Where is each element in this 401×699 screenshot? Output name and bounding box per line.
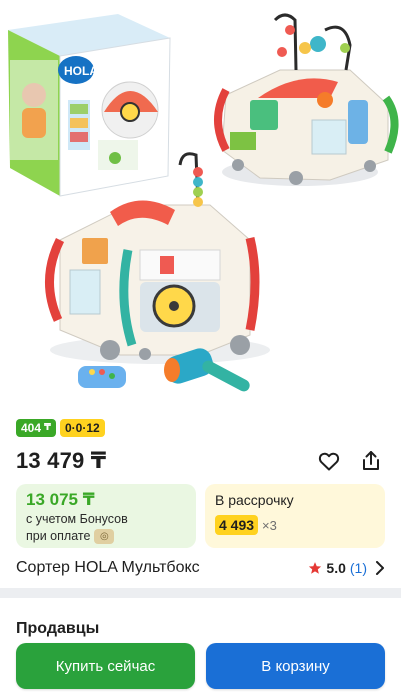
bonus-text-line1: с учетом Бонусов [26, 512, 128, 526]
bonus-price-card[interactable]: 13 075 ₸ с учетом Бонусов при оплате ◎ [16, 484, 196, 548]
product-title: Сортер HOLA Мультбокс [16, 559, 200, 576]
bonus-badge-currency: ₸ [44, 422, 51, 433]
box-brand-logo: HOLA [64, 64, 98, 78]
review-count[interactable]: (1) [350, 560, 367, 576]
installment-amount: 4 493 [215, 515, 259, 535]
product-price: 13 479 ₸ [16, 448, 107, 473]
rating-summary[interactable]: 5.0 (1) [308, 560, 385, 576]
promo-badges: 404 ₸ 0·0·12 [16, 419, 105, 437]
product-title-row[interactable]: Сортер HOLA Мультбокс 5.0 (1) [16, 556, 385, 580]
installment-card[interactable]: В рассрочку 4 493 ×3 [205, 484, 385, 548]
section-divider [0, 588, 401, 598]
installment-multiplier: ×3 [262, 517, 277, 533]
product-photo: HOLA [8, 13, 399, 392]
bonus-badge-value: 404 [21, 421, 42, 435]
star-icon [309, 562, 322, 574]
sellers-title: Продавцы [16, 620, 100, 637]
bonus-badge: 404 ₸ [16, 419, 56, 437]
chevron-right-icon [376, 561, 384, 575]
installment-row: 4 493 ×3 [215, 515, 375, 535]
rating-value: 5.0 [326, 560, 346, 576]
share-icon [363, 451, 379, 470]
add-to-cart-button[interactable]: В корзину [206, 643, 385, 689]
buy-now-button[interactable]: Купить сейчас [16, 643, 195, 689]
share-button[interactable] [358, 448, 384, 474]
installment-title: В рассрочку [215, 492, 294, 508]
price-row: 13 479 ₸ [16, 444, 385, 478]
heart-outline-icon [318, 452, 340, 471]
bonus-price: 13 075 ₸ [26, 490, 95, 509]
product-image-gallery[interactable]: HOLA [0, 0, 401, 410]
bonus-text-line2-row: при оплате ◎ [26, 528, 186, 545]
installment-badge: 0·0·12 [60, 419, 105, 437]
favorite-button[interactable] [316, 448, 342, 474]
bonus-text-line2: при оплате [26, 529, 91, 543]
coin-icon: ◎ [94, 529, 115, 544]
